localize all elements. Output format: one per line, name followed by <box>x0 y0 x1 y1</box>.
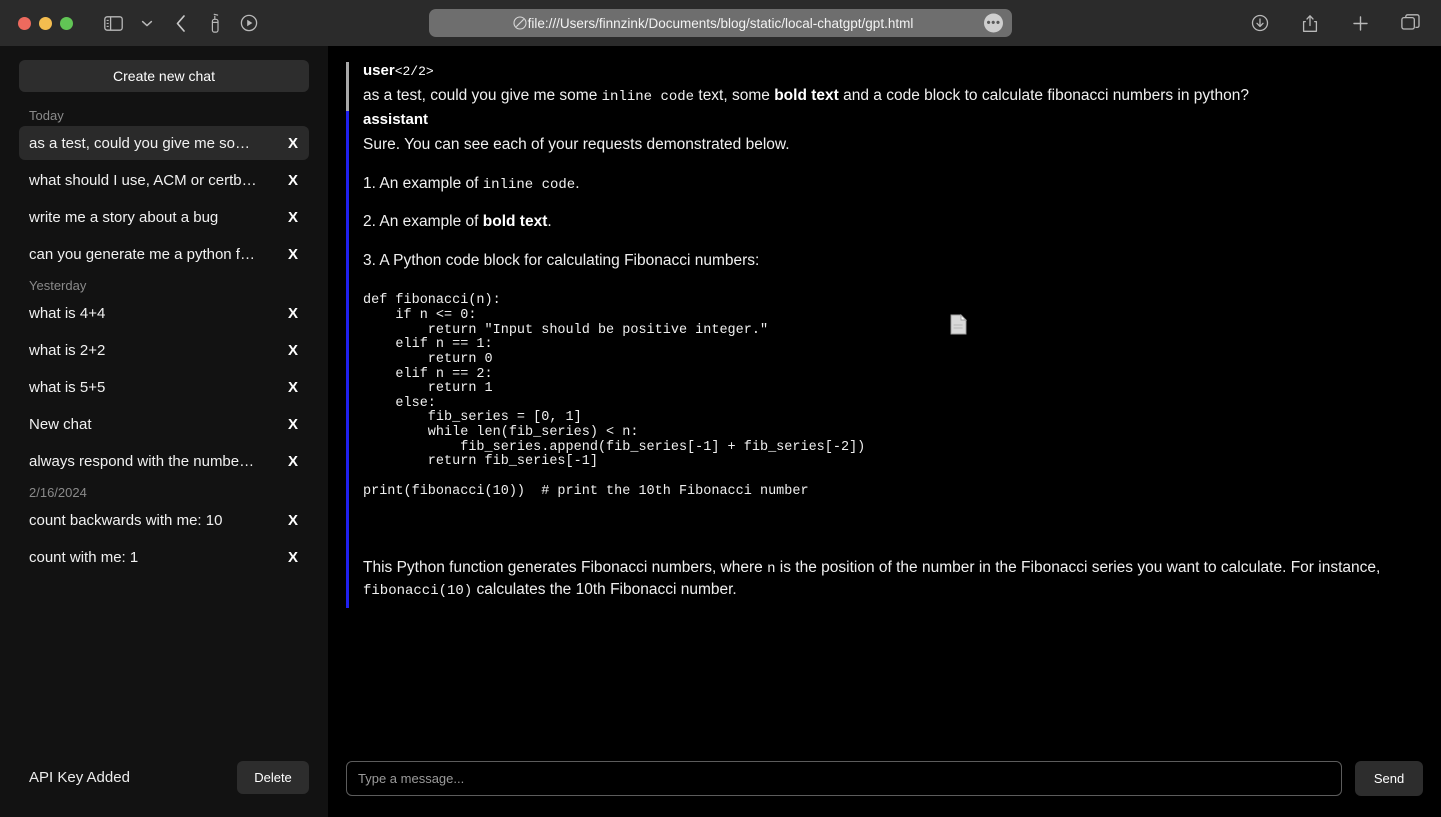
chat-item[interactable]: what is 5+5 X <box>19 370 309 404</box>
message-role-user: user<2/2> <box>363 62 1423 79</box>
text-segment: . <box>547 213 552 231</box>
chat-sidebar: Create new chat Today as a test, could y… <box>0 46 328 817</box>
python-code-block: def fibonacci(n): if n <= 0: return "Inp… <box>363 294 1423 528</box>
chat-group-label-today: Today <box>29 108 64 123</box>
chat-item[interactable]: write me a story about a bug X <box>19 200 309 234</box>
text-segment: as a test, could you give me some <box>363 87 602 104</box>
send-button[interactable]: Send <box>1355 760 1423 796</box>
user-message-text: as a test, could you give me some inline… <box>363 85 1423 107</box>
chat-item-title: what is 4+4 <box>29 304 106 322</box>
copy-code-icon[interactable] <box>853 299 968 335</box>
delete-chat-icon[interactable]: X <box>278 172 298 189</box>
chat-item-title: what is 5+5 <box>29 378 106 396</box>
chat-item[interactable]: what is 2+2 X <box>19 333 309 367</box>
message-input[interactable] <box>346 760 1342 796</box>
assistant-message: assistant Sure. You can see each of your… <box>346 111 1423 608</box>
delete-chat-icon[interactable]: X <box>278 305 298 322</box>
delete-chat-icon[interactable]: X <box>278 246 298 263</box>
delete-chat-icon[interactable]: X <box>278 379 298 396</box>
download-icon[interactable] <box>1243 8 1277 38</box>
chat-item[interactable]: what should I use, ACM or certb… X <box>19 163 309 197</box>
privacy-shield-icon <box>513 16 527 30</box>
delete-chat-icon[interactable]: X <box>278 453 298 470</box>
toolbar-left-icons <box>96 8 266 38</box>
plus-icon[interactable] <box>1343 8 1377 38</box>
delete-chat-icon[interactable]: X <box>278 135 298 152</box>
chat-item-title: New chat <box>29 415 92 433</box>
chat-item-title: what should I use, ACM or certb… <box>29 171 257 189</box>
text-segment: 2. An example of <box>363 213 483 231</box>
chat-item[interactable]: count with me: 1 X <box>19 540 309 574</box>
chevron-down-icon[interactable] <box>130 8 164 38</box>
chat-item-title: count backwards with me: 10 <box>29 511 223 529</box>
address-bar[interactable]: file:///Users/finnzink/Documents/blog/st… <box>429 9 1012 37</box>
close-window-button[interactable] <box>18 16 31 30</box>
bold-text: bold text <box>482 213 548 231</box>
window-controls <box>18 16 73 30</box>
chat-item-title: write me a story about a bug <box>29 208 219 226</box>
chat-item[interactable]: can you generate me a python f… X <box>19 237 309 271</box>
delete-chat-icon[interactable]: X <box>278 512 298 529</box>
toolbar-right-icons <box>1243 0 1427 46</box>
inline-code: inline code <box>482 176 576 193</box>
chat-item-title: what is 2+2 <box>29 341 106 359</box>
share-icon[interactable] <box>1293 8 1327 38</box>
inline-code: fibonacci(10) <box>363 583 473 600</box>
text-segment: and a code block to calculate fibonacci … <box>838 87 1249 104</box>
chat-item[interactable]: New chat X <box>19 407 309 441</box>
app-window: Create new chat Today as a test, could y… <box>0 46 1441 817</box>
chat-item-title: can you generate me a python f… <box>29 245 255 263</box>
address-bar-more-button[interactable]: ••• <box>984 13 1003 33</box>
delete-chat-icon[interactable]: X <box>278 549 298 566</box>
message-counter: <2/2> <box>394 64 434 79</box>
chat-item[interactable]: always respond with the numbe… X <box>19 444 309 478</box>
chat-item[interactable]: what is 4+4 X <box>19 296 309 330</box>
text-segment: calculates the 10th Fibonacci number. <box>472 581 737 599</box>
browser-toolbar: file:///Users/finnzink/Documents/blog/st… <box>0 0 1441 46</box>
minimize-window-button[interactable] <box>39 16 52 30</box>
url-text: file:///Users/finnzink/Documents/blog/st… <box>527 15 914 31</box>
assistant-list-item-1: 1. An example of inline code. <box>363 173 1423 195</box>
delete-chat-icon[interactable]: X <box>278 342 298 359</box>
role-label: user <box>363 62 395 79</box>
text-segment: . <box>575 174 580 192</box>
tab-overview-icon[interactable] <box>1393 8 1427 38</box>
chat-item-title: count with me: 1 <box>29 548 139 566</box>
back-arrow-icon[interactable] <box>164 8 198 38</box>
play-circle-icon[interactable] <box>232 8 266 38</box>
chat-main: user<2/2> as a test, could you give me s… <box>328 46 1441 817</box>
chat-item[interactable]: as a test, could you give me so… X <box>19 126 309 160</box>
assistant-list-item-3: 3. A Python code block for calculating F… <box>363 251 760 269</box>
message-composer: Send <box>328 753 1441 817</box>
bold-text: bold text <box>774 87 839 104</box>
chat-history-list: Today as a test, could you give me so… X… <box>0 92 328 751</box>
delete-chat-icon[interactable]: X <box>278 209 298 226</box>
sidebar-toggle-icon[interactable] <box>96 8 130 38</box>
user-message: user<2/2> as a test, could you give me s… <box>346 62 1423 112</box>
sidebar-footer: API Key Added Delete <box>0 751 328 817</box>
chat-item[interactable]: count backwards with me: 10 X <box>19 503 309 537</box>
chat-item-title: always respond with the numbe… <box>29 452 255 470</box>
text-segment: is the position of the number in the Fib… <box>775 558 1381 576</box>
assistant-list-item-2: 2. An example of bold text. <box>363 211 1423 233</box>
chat-item-title: as a test, could you give me so… <box>29 134 250 152</box>
message-role-assistant: assistant <box>363 111 429 129</box>
text-segment: This Python function generates Fibonacci… <box>363 558 768 576</box>
text-segment: 1. An example of <box>363 174 483 192</box>
maximize-window-button[interactable] <box>60 16 73 30</box>
create-new-chat-button[interactable]: Create new chat <box>19 60 309 92</box>
inline-code: inline code <box>601 89 695 105</box>
assistant-intro: Sure. You can see each of your requests … <box>363 136 790 154</box>
message-list: user<2/2> as a test, could you give me s… <box>328 46 1441 753</box>
delete-api-key-button[interactable]: Delete <box>237 760 309 794</box>
text-segment: text, some <box>694 87 775 104</box>
chat-group-label-yesterday: Yesterday <box>29 278 87 293</box>
spray-bottle-icon[interactable] <box>198 8 232 38</box>
api-key-status: API Key Added <box>29 768 130 786</box>
assistant-outro: This Python function generates Fibonacci… <box>363 557 1423 602</box>
chat-group-label-date: 2/16/2024 <box>29 485 87 500</box>
code-text: def fibonacci(n): if n <= 0: return "Inp… <box>363 293 866 499</box>
delete-chat-icon[interactable]: X <box>278 416 298 433</box>
